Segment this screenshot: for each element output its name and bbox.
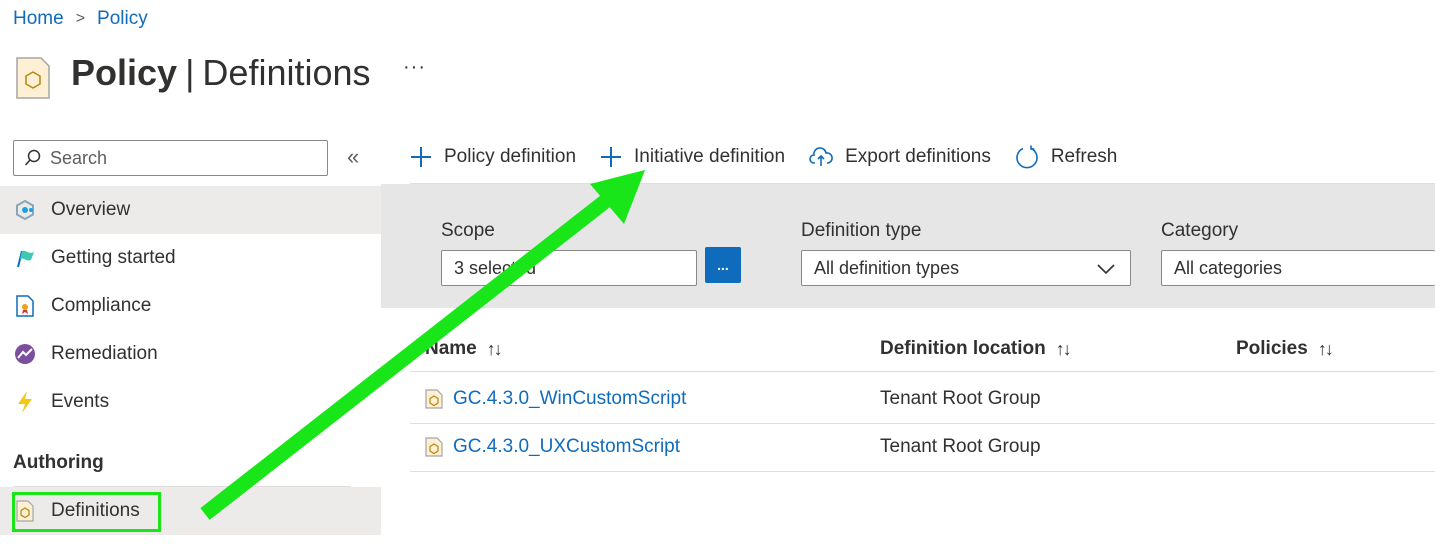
compliance-icon [13,294,37,318]
sort-icon: ↑↓ [1055,338,1072,359]
column-header-label: Name [425,338,477,359]
overview-icon [13,198,37,222]
definition-icon [425,389,443,409]
definition-icon [425,437,443,457]
plus-icon [601,146,622,167]
column-header-name[interactable]: Name ↑↓ [425,338,503,360]
collapse-sidebar-button[interactable]: « [347,144,359,170]
definition-name: GC.4.3.0_UXCustomScript [453,436,681,457]
definition-location: Tenant Root Group [880,388,1041,409]
annotation-highlight-box [12,492,161,532]
initiative-definition-label: Initiative definition [634,145,786,167]
refresh-icon [1016,145,1038,168]
export-definitions-label: Export definitions [845,145,991,167]
scope-picker-button[interactable]: ... [705,247,741,283]
definition-type-value: All definition types [814,257,960,278]
definition-name-link[interactable]: GC.4.3.0_UXCustomScript [425,436,680,458]
sidebar-search-input[interactable] [50,147,320,169]
chevron-down-icon [1097,264,1115,275]
events-icon [13,390,37,414]
sidebar-item-label: Getting started [51,247,176,268]
definition-location: Tenant Root Group [880,436,1041,457]
page-title-separator: | [185,52,195,93]
scope-input[interactable]: 3 selected [441,250,697,286]
refresh-button[interactable]: Refresh [1015,145,1118,169]
definition-type-label: Definition type [801,220,922,241]
sidebar-item-compliance[interactable]: Compliance [0,282,381,330]
category-dropdown[interactable]: All categories [1161,250,1435,286]
main-content: Policy definition Initiative definition … [381,130,1435,552]
sidebar-item-label: Overview [51,199,131,220]
refresh-label: Refresh [1050,145,1118,167]
sidebar-item-events[interactable]: Events [0,378,381,426]
sidebar-search-box[interactable] [13,140,328,176]
export-definitions-button[interactable]: Export definitions [809,146,991,168]
sidebar: « Overview Getting started Compliance Re… [0,130,381,552]
sidebar-item-getting-started[interactable]: Getting started [0,234,381,282]
sidebar-section-authoring: Authoring [13,452,104,473]
category-value: All categories [1174,257,1283,278]
sort-icon: ↑↓ [486,338,503,359]
sort-icon: ↑↓ [1317,338,1334,359]
breadcrumb-home-link[interactable]: Home [13,8,64,30]
filter-panel: Scope 3 selected ... Definition type All… [381,184,1435,308]
cloud-upload-icon [809,146,833,166]
policy-definition-button[interactable]: Policy definition [410,146,576,168]
getting-started-icon [13,246,37,270]
sidebar-item-remediation[interactable]: Remediation [0,330,381,378]
sidebar-item-overview[interactable]: Overview [0,186,381,234]
initiative-definition-button[interactable]: Initiative definition [600,146,785,168]
plus-icon [411,146,431,167]
remediation-icon [13,342,37,366]
page-title-secondary: Definitions [202,52,371,93]
definition-type-dropdown[interactable]: All definition types [801,250,1131,286]
chevron-right-icon: > [75,10,86,27]
sidebar-item-label: Remediation [51,343,158,364]
scope-label: Scope [441,220,495,241]
column-header-definition-location[interactable]: Definition location ↑↓ [880,338,1072,360]
column-header-label: Policies [1236,338,1308,359]
more-options-button[interactable]: ··· [403,56,426,79]
sidebar-item-label: Events [51,391,110,412]
page-title: Policy | Definitions [71,52,371,94]
command-bar: Policy definition Initiative definition … [410,130,1435,184]
page-header: Policy | Definitions [15,46,371,100]
table-header: Name ↑↓ Definition location ↑↓ Policies … [410,328,1435,372]
definition-name-link[interactable]: GC.4.3.0_WinCustomScript [425,388,686,410]
column-header-policies[interactable]: Policies ↑↓ [1236,338,1334,360]
category-label: Category [1161,220,1239,241]
definition-name: GC.4.3.0_WinCustomScript [453,388,687,409]
column-header-label: Definition location [880,338,1046,359]
policy-icon [16,57,50,99]
breadcrumb: Home > Policy [13,8,148,30]
breadcrumb-policy-link[interactable]: Policy [97,8,148,30]
policy-definition-label: Policy definition [444,145,577,167]
search-icon [24,149,41,166]
table-row: GC.4.3.0_WinCustomScript Tenant Root Gro… [410,376,1435,424]
table-row: GC.4.3.0_UXCustomScript Tenant Root Grou… [410,424,1435,472]
sidebar-item-label: Compliance [51,295,152,316]
page-title-primary: Policy [71,52,178,93]
